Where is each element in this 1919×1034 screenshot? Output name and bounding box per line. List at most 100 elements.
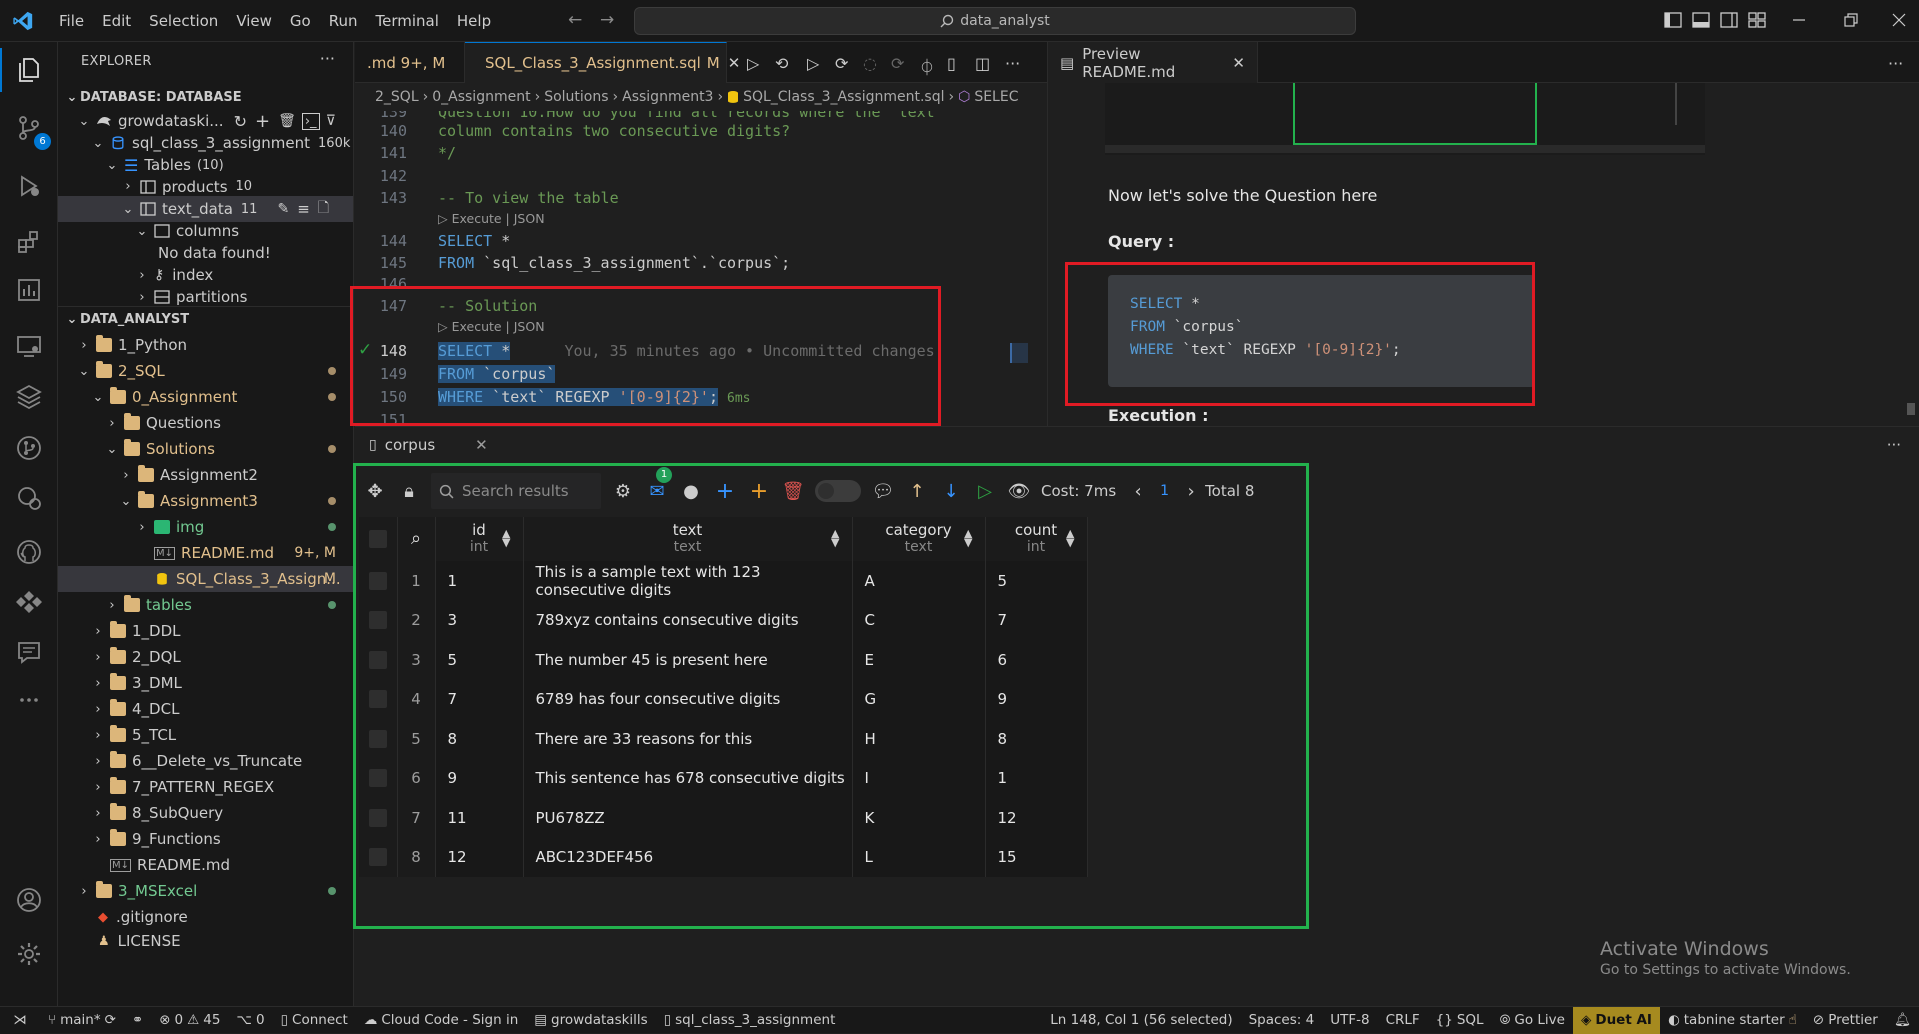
folder-9-functions[interactable]: › 9_Functions bbox=[58, 826, 353, 852]
data-analyst-section-header[interactable]: ⌄ DATA_ANALYST bbox=[58, 306, 353, 332]
panel-more-icon[interactable]: ··· bbox=[1887, 436, 1901, 454]
tab-preview-readme[interactable]: ▤ Preview README.md ✕ bbox=[1048, 42, 1258, 83]
folder-0-assignment[interactable]: ⌄ 0_Assignment bbox=[58, 384, 353, 410]
tab-sql-class-3[interactable]: SQL_Class_3_Assignment.sql M ✕ bbox=[465, 42, 740, 83]
preview-icon[interactable]: ▯ bbox=[947, 54, 956, 73]
minimize-icon[interactable] bbox=[1790, 11, 1808, 29]
folder-3-dml[interactable]: › 3_DML bbox=[58, 670, 353, 696]
close-tab-icon[interactable]: ✕ bbox=[475, 436, 488, 454]
close-tab-icon[interactable]: ✕ bbox=[1232, 54, 1245, 72]
folder-7-pattern-regex[interactable]: › 7_PATTERN_REGEX bbox=[58, 774, 353, 800]
open-changes-icon[interactable]: ⏀ bbox=[919, 54, 935, 78]
breadcrumb-item[interactable]: Assignment3 bbox=[622, 89, 713, 105]
compare-icon[interactable]: ⟳ bbox=[835, 54, 848, 73]
timeline-icon[interactable]: ⟳ bbox=[891, 54, 904, 73]
folder-1-python[interactable]: › 1_Python bbox=[58, 332, 353, 358]
folder-2-dql[interactable]: › 2_DQL bbox=[58, 644, 353, 670]
preview-scrollbar[interactable] bbox=[1907, 403, 1915, 415]
duet-ai-button[interactable]: ◈ Duet AI bbox=[1572, 1006, 1660, 1034]
circle-dot-icon[interactable]: ◌ bbox=[863, 54, 877, 73]
folder-assignment3[interactable]: ⌄ Assignment3 bbox=[58, 488, 353, 514]
toggle-sidebar-icon[interactable] bbox=[1664, 11, 1682, 29]
active-connection[interactable]: ▤ growdataskills bbox=[526, 1012, 655, 1028]
run-icon[interactable]: ▷ bbox=[747, 54, 759, 73]
folder-img[interactable]: › img bbox=[58, 514, 353, 540]
connect-button[interactable]: ▯ Connect bbox=[273, 1012, 356, 1028]
folder-2-sql[interactable]: ⌄ 2_SQL bbox=[58, 358, 353, 384]
back-arrow-icon[interactable]: ← bbox=[568, 10, 582, 30]
menu-file[interactable]: File bbox=[50, 12, 93, 30]
folder-6-delete-vs-truncate[interactable]: › 6__Delete_vs_Truncate bbox=[58, 748, 353, 774]
ports-indicator[interactable]: ⌥ 0 bbox=[228, 1012, 272, 1028]
folder-4-dcl[interactable]: › 4_DCL bbox=[58, 696, 353, 722]
breadcrumb-item[interactable]: Solutions bbox=[544, 89, 608, 105]
forward-arrow-icon[interactable]: → bbox=[600, 10, 614, 30]
run-debug-icon[interactable] bbox=[13, 170, 45, 202]
line-ending[interactable]: CRLF bbox=[1378, 1012, 1428, 1028]
folder-tables[interactable]: › tables bbox=[58, 592, 353, 618]
editor-more-icon[interactable]: ··· bbox=[1005, 54, 1020, 73]
more-icon[interactable] bbox=[13, 684, 45, 716]
folder-assignment2[interactable]: › Assignment2 bbox=[58, 462, 353, 488]
notifications-bell-icon[interactable]: 🔔︎ bbox=[1886, 1012, 1919, 1028]
menu-lines-icon[interactable]: ≡ bbox=[297, 200, 310, 218]
folder-5-tcl[interactable]: › 5_TCL bbox=[58, 722, 353, 748]
command-center-search[interactable]: data_analyst bbox=[634, 7, 1356, 35]
toggle-secondary-sidebar-icon[interactable] bbox=[1720, 11, 1738, 29]
folder-3-msexcel[interactable]: › 3_MSExcel bbox=[58, 878, 353, 904]
file-gitignore[interactable]: ◆ .gitignore bbox=[58, 904, 353, 930]
breadcrumb-item[interactable]: SQL_Class_3_Assignment.sql bbox=[743, 89, 944, 105]
problems-indicator[interactable]: ⊗ 0 ⚠ 45 bbox=[151, 1012, 228, 1028]
docker-icon[interactable] bbox=[13, 482, 45, 514]
cursor-position[interactable]: Ln 148, Col 1 (56 selected) bbox=[1042, 1012, 1240, 1028]
breadcrumb-item[interactable]: 0_Assignment bbox=[432, 89, 530, 105]
more-actions-icon[interactable]: ··· bbox=[320, 49, 335, 68]
run-with-icon[interactable]: ⟲ bbox=[775, 54, 788, 73]
menu-go[interactable]: Go bbox=[281, 12, 320, 30]
indentation[interactable]: Spaces: 4 bbox=[1241, 1012, 1323, 1028]
menu-view[interactable]: View bbox=[227, 12, 281, 30]
breadcrumb-item[interactable]: SELEC bbox=[974, 89, 1018, 105]
tab-readme[interactable]: .md 9+, M bbox=[355, 42, 465, 83]
database-client-icon[interactable] bbox=[13, 586, 45, 618]
prettier-button[interactable]: ⊘ Prettier bbox=[1805, 1012, 1886, 1028]
menu-selection[interactable]: Selection bbox=[140, 12, 227, 30]
folder-questions[interactable]: › Questions bbox=[58, 410, 353, 436]
customize-layout-icon[interactable] bbox=[1748, 11, 1766, 29]
file-license[interactable]: ♟ LICENSE bbox=[58, 928, 353, 954]
menu-terminal[interactable]: Terminal bbox=[367, 12, 448, 30]
remote-indicator-icon[interactable]: ⋊ bbox=[0, 1006, 40, 1034]
menu-edit[interactable]: Edit bbox=[93, 12, 140, 30]
folder-8-subquery[interactable]: › 8_SubQuery bbox=[58, 800, 353, 826]
tab-corpus[interactable]: ▯ corpus ✕ bbox=[369, 436, 488, 454]
github-icon[interactable] bbox=[13, 536, 45, 568]
filter-icon[interactable]: ⊽ bbox=[326, 113, 336, 129]
file-sql-class-3[interactable]: SQL_Class_3_Assign... M bbox=[58, 566, 353, 592]
layers-icon[interactable] bbox=[13, 380, 45, 412]
source-control-icon[interactable]: 6 bbox=[13, 112, 51, 150]
terminal-icon[interactable]: ›_ bbox=[301, 112, 320, 130]
folder-solutions[interactable]: ⌄ Solutions bbox=[58, 436, 353, 462]
chart-icon[interactable] bbox=[13, 274, 45, 306]
menu-run[interactable]: Run bbox=[320, 12, 367, 30]
close-tab-icon[interactable]: ✕ bbox=[728, 54, 741, 72]
language-mode[interactable]: {} SQL bbox=[1428, 1012, 1492, 1028]
git-graph-icon[interactable] bbox=[13, 432, 45, 464]
git-graph-status-icon[interactable]: ⚭ bbox=[124, 1012, 151, 1028]
cloud-code-button[interactable]: ☁ Cloud Code - Sign in bbox=[356, 1012, 526, 1028]
preview-more-icon[interactable]: ··· bbox=[1888, 54, 1903, 73]
menu-help[interactable]: Help bbox=[448, 12, 500, 30]
account-icon[interactable] bbox=[13, 884, 45, 916]
refresh-icon[interactable]: ↻ bbox=[234, 112, 247, 131]
file-readme-sql[interactable]: M↓ README.md bbox=[58, 852, 353, 878]
go-live-button[interactable]: ⦾ Go Live bbox=[1492, 1012, 1573, 1028]
minimap-slider[interactable] bbox=[1010, 343, 1028, 363]
folder-1-ddl[interactable]: › 1_DDL bbox=[58, 618, 353, 644]
close-window-icon[interactable] bbox=[1890, 11, 1908, 29]
branch-indicator[interactable]: ⑂ main* ⟳ bbox=[40, 1012, 124, 1028]
database-section-header[interactable]: ⌄ DATABASE: DATABASE bbox=[58, 84, 353, 110]
play-icon[interactable]: ▷ bbox=[807, 54, 819, 73]
breadcrumb-item[interactable]: 2_SQL bbox=[375, 89, 419, 105]
explorer-icon[interactable] bbox=[0, 48, 45, 92]
active-database[interactable]: ▯ sql_class_3_assignment bbox=[656, 1012, 844, 1028]
